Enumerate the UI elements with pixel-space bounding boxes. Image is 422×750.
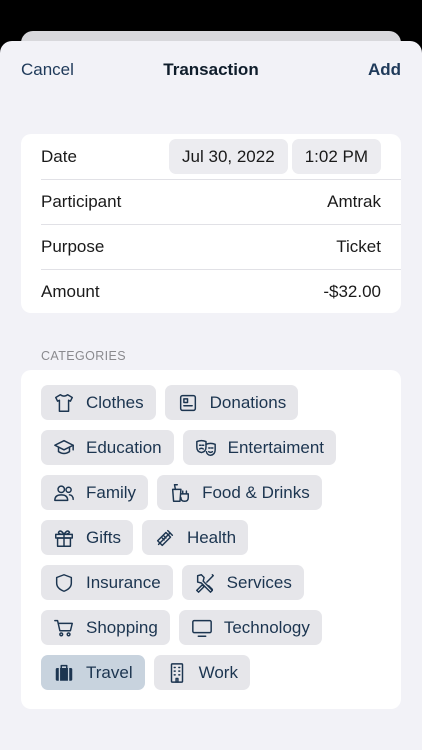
- categories-list: Clothes Donations Education Entertaiment…: [21, 370, 401, 709]
- category-gifts[interactable]: Gifts: [41, 520, 133, 555]
- participant-label: Participant: [41, 191, 122, 211]
- category-health[interactable]: Health: [141, 520, 249, 555]
- cart-icon: [54, 619, 73, 637]
- category-services[interactable]: Services: [181, 565, 304, 600]
- category-insurance[interactable]: Insurance: [41, 565, 173, 600]
- category-technology[interactable]: Technology: [178, 610, 322, 645]
- category-label: Travel: [86, 662, 133, 682]
- purpose-row[interactable]: Purpose Ticket: [21, 224, 401, 269]
- participant-row[interactable]: Participant Amtrak: [21, 179, 401, 224]
- add-button[interactable]: Add: [368, 60, 401, 80]
- category-row: Insurance Services: [41, 565, 381, 600]
- amount-label: Amount: [41, 281, 100, 301]
- category-label: Food & Drinks: [202, 482, 310, 502]
- tshirt-icon: [55, 393, 73, 412]
- people-icon: [54, 484, 74, 501]
- category-work[interactable]: Work: [153, 655, 250, 690]
- category-label: Health: [186, 527, 237, 547]
- category-education[interactable]: Education: [41, 430, 174, 465]
- time-picker[interactable]: 1:02 PM: [291, 139, 381, 174]
- category-label: Clothes: [86, 392, 144, 412]
- date-label: Date: [41, 146, 77, 166]
- category-label: Donations: [209, 392, 287, 412]
- category-label: Education: [86, 437, 162, 457]
- category-label: Gifts: [86, 527, 121, 547]
- page-title: Transaction: [163, 60, 259, 79]
- category-row: Travel Work: [41, 655, 381, 690]
- category-travel[interactable]: Travel: [41, 655, 145, 690]
- building-icon: [170, 662, 183, 683]
- category-row: Shopping Technology: [41, 610, 381, 645]
- purpose-value[interactable]: Ticket: [336, 237, 381, 257]
- category-label: Insurance: [86, 572, 161, 592]
- category-label: Technology: [223, 617, 310, 637]
- category-label: Family: [86, 482, 137, 502]
- participant-value[interactable]: Amtrak: [327, 192, 381, 212]
- category-label: Shopping: [86, 617, 158, 637]
- category-clothes[interactable]: Clothes: [41, 385, 156, 420]
- graduation-cap-icon: [54, 439, 74, 454]
- category-family[interactable]: Family: [41, 475, 149, 510]
- category-row: Clothes Donations: [41, 385, 381, 420]
- categories-header: CATEGORIES: [41, 349, 127, 363]
- category-donations[interactable]: Donations: [164, 385, 299, 420]
- transaction-sheet: Cancel Transaction Add Date Jul 30, 2022…: [0, 41, 422, 750]
- monitor-icon: [191, 619, 212, 637]
- category-food-drinks[interactable]: Food & Drinks: [157, 475, 322, 510]
- date-picker[interactable]: Jul 30, 2022: [169, 139, 288, 174]
- category-row: Gifts Health: [41, 520, 381, 555]
- purpose-label: Purpose: [41, 236, 105, 256]
- navigation-bar: Cancel Transaction Add: [0, 41, 422, 99]
- donation-receipt-icon: [179, 394, 196, 411]
- theater-masks-icon: [195, 439, 216, 456]
- tools-icon: [195, 573, 214, 593]
- category-label: Entertaiment: [227, 437, 325, 457]
- suitcase-icon: [55, 664, 73, 681]
- amount-row[interactable]: Amount -$32.00: [21, 269, 401, 313]
- category-row: Education Entertaiment: [41, 430, 381, 465]
- category-entertaiment[interactable]: Entertaiment: [182, 430, 337, 465]
- food-drinks-icon: [171, 483, 190, 502]
- amount-value[interactable]: -$32.00: [323, 282, 381, 302]
- category-shopping[interactable]: Shopping: [41, 610, 170, 645]
- category-label: Work: [198, 662, 238, 682]
- syringe-icon: [156, 529, 174, 546]
- category-label: Services: [226, 572, 292, 592]
- category-row: Family Food & Drinks: [41, 475, 381, 510]
- date-row: Date Jul 30, 2022 1:02 PM: [21, 134, 401, 179]
- shield-icon: [55, 573, 73, 592]
- gift-icon: [55, 529, 73, 547]
- transaction-form: Date Jul 30, 2022 1:02 PM Participant Am…: [21, 134, 401, 313]
